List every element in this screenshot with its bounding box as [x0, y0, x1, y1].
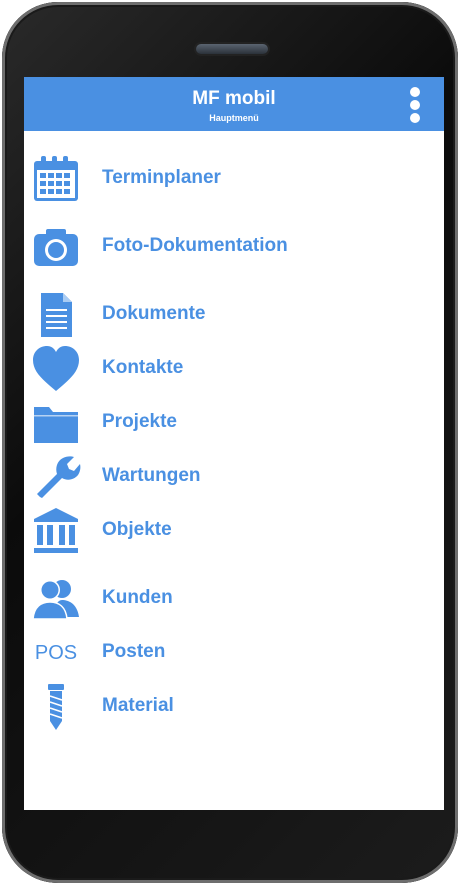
menu-item-foto-dokumentation[interactable]: Foto-Dokumentation	[24, 221, 444, 273]
menu-item-terminplaner[interactable]: Terminplaner	[24, 153, 444, 205]
calendar-icon	[31, 155, 81, 203]
menu-item-label: Objekte	[102, 519, 172, 540]
wrench-icon	[31, 453, 81, 501]
phone-frame: MF mobil Hauptmenü Terminplaner Foto-Dok…	[2, 2, 458, 883]
heart-icon	[31, 345, 81, 393]
menu-item-label: Dokumente	[102, 303, 206, 324]
menu-item-label: Wartungen	[102, 465, 201, 486]
pos-icon: POS	[34, 642, 78, 664]
camera-icon	[31, 223, 81, 271]
speaker-grille	[196, 44, 268, 54]
menu-item-wartungen[interactable]: Wartungen	[24, 451, 444, 503]
menu-item-dokumente[interactable]: Dokumente	[24, 289, 444, 341]
menu-item-projekte[interactable]: Projekte	[24, 397, 444, 449]
menu-item-label: Terminplaner	[102, 167, 221, 188]
app-title: MF mobil	[192, 88, 276, 109]
menu-item-label: Posten	[102, 641, 166, 662]
menu-item-label: Kunden	[102, 587, 173, 608]
menu-item-label: Kontakte	[102, 357, 184, 378]
menu-item-kunden[interactable]: Kunden	[24, 573, 444, 625]
menu-item-objekte[interactable]: Objekte	[24, 505, 444, 557]
folder-icon	[31, 399, 81, 447]
menu-item-label: Foto-Dokumentation	[102, 235, 288, 256]
screw-icon	[31, 683, 81, 731]
document-icon	[31, 291, 81, 339]
menu-item-kontakte[interactable]: Kontakte	[24, 343, 444, 395]
app-screen: MF mobil Hauptmenü Terminplaner Foto-Dok…	[24, 77, 444, 810]
menu-item-material[interactable]: Material	[24, 681, 444, 733]
building-icon	[31, 507, 81, 555]
overflow-menu-icon[interactable]	[408, 85, 422, 125]
menu-item-label: Projekte	[102, 411, 177, 432]
app-subtitle: Hauptmenü	[209, 113, 259, 123]
app-bar: MF mobil Hauptmenü	[24, 77, 444, 131]
menu-item-posten[interactable]: POS Posten	[24, 627, 444, 679]
users-icon	[31, 575, 81, 623]
menu-item-label: Material	[102, 695, 174, 716]
